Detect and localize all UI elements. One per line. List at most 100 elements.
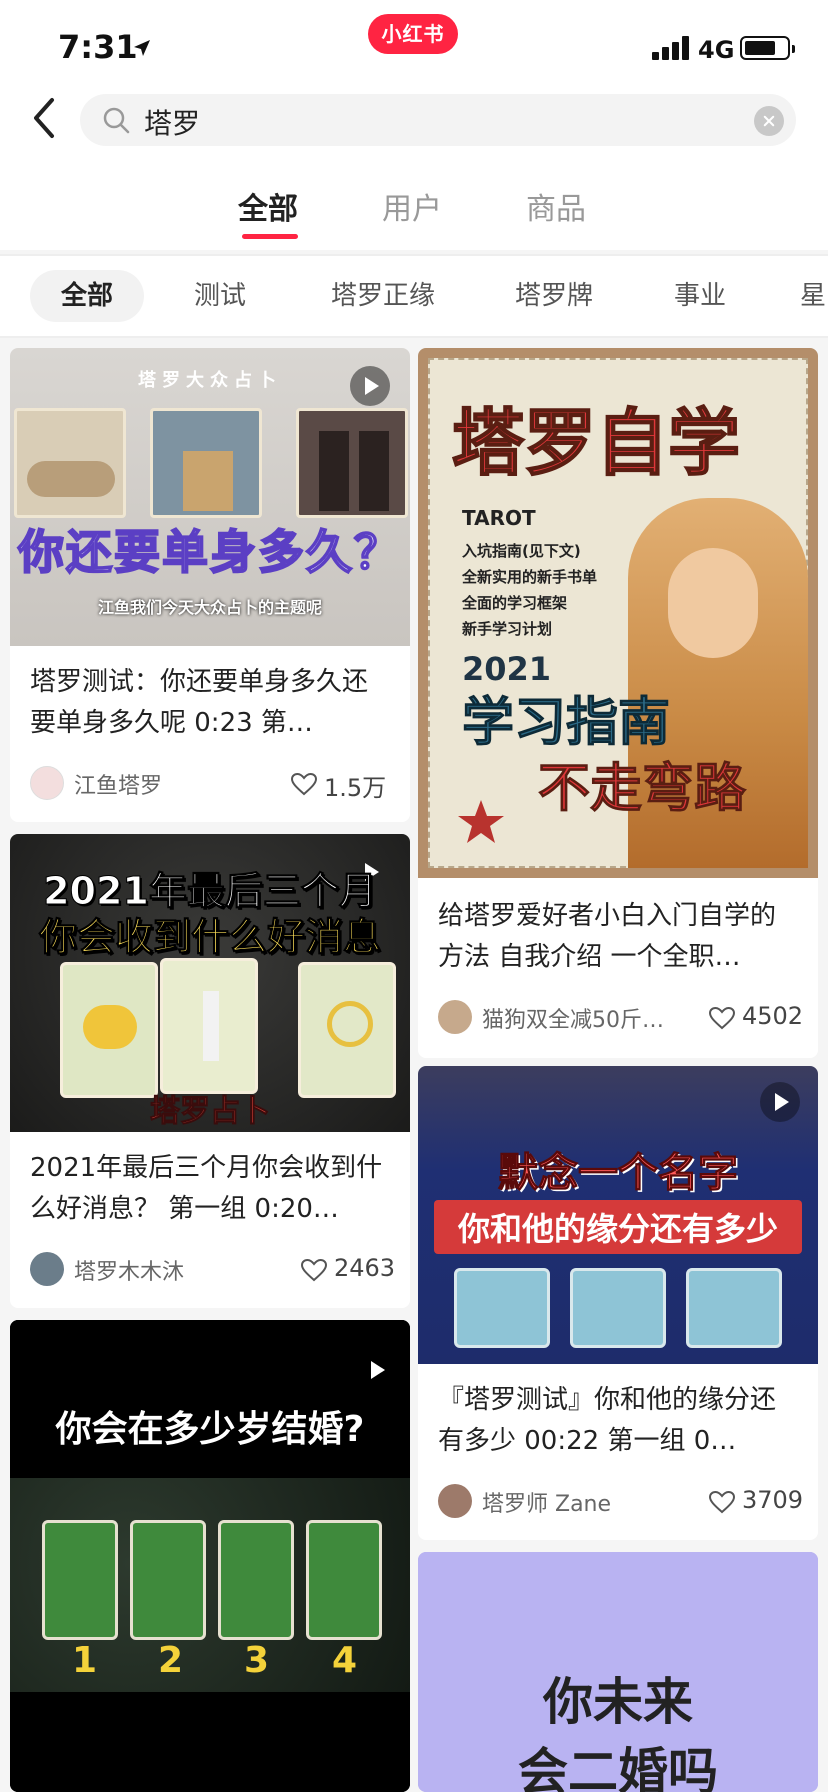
thumb-title: 你会收到什么好消息: [38, 915, 381, 960]
status-bar: 7:31 小红书 4G: [0, 0, 828, 96]
like-count: 2463: [334, 1254, 396, 1282]
thumb-line: 入坑指南(见下文): [462, 542, 581, 560]
cellular-signal-icon: [652, 36, 692, 60]
tarot-card-image: [150, 408, 262, 518]
card-thumbnail: 2021年最后三个月 你会收到什么好消息 塔罗占卜: [10, 834, 410, 1132]
thumb-line: 全新实用的新手书单: [462, 568, 598, 586]
card-title: 给塔罗爱好者小白入门自学的方法 自我介绍 一个全职…: [438, 901, 777, 972]
chip-test[interactable]: 测试: [180, 270, 260, 322]
search-query: 塔罗: [144, 107, 201, 140]
heart-icon: [300, 1258, 328, 1282]
avatar[interactable]: [30, 1252, 64, 1286]
tarot-card-image: [686, 1268, 782, 1348]
card-title: 塔罗测试：你还要单身多久还要单身多久呢 0:23 第…: [30, 667, 369, 738]
card-number: 3: [244, 1640, 270, 1681]
thumb-line: 全面的学习框架: [462, 594, 568, 612]
avatar[interactable]: [438, 1000, 472, 1034]
feed-card[interactable]: 默念一个名字 你和他的缘分还有多少 『塔罗测试』你和他的缘分还有多少 00:22…: [418, 1066, 818, 1540]
clear-search-icon[interactable]: [754, 106, 784, 136]
card-number: 4: [332, 1640, 358, 1681]
tarot-card-image: [42, 1520, 118, 1640]
chip-partial[interactable]: 星: [800, 270, 828, 322]
like-button[interactable]: 1.5万: [290, 766, 390, 802]
play-icon: [350, 366, 390, 406]
tab-all[interactable]: 全部: [238, 184, 298, 239]
card-thumbnail: 你未来 会二婚吗: [418, 1552, 818, 1792]
tarot-card-image: [454, 1268, 550, 1348]
author-name[interactable]: 江鱼塔罗: [74, 768, 162, 800]
search-input[interactable]: 塔罗: [80, 94, 796, 146]
tab-users[interactable]: 用户: [382, 184, 442, 228]
thumb-sub: TAROT: [462, 506, 536, 530]
chip-tarot-cards[interactable]: 塔罗牌: [504, 270, 604, 322]
feed-card[interactable]: 你未来 会二婚吗: [418, 1552, 818, 1792]
feed-card[interactable]: 塔罗大众占卜 你还要单身多久？ 江鱼我们今天大众占卜的主题呢 塔罗测试：你还要单…: [10, 348, 410, 822]
card-thumbnail: 默念一个名字 你和他的缘分还有多少: [418, 1066, 818, 1364]
thumb-big: 学习指南: [461, 693, 671, 754]
card-number: 2: [158, 1640, 184, 1681]
heart-icon: [708, 1006, 736, 1030]
card-number: 1: [72, 1640, 98, 1681]
tarot-card-image: [160, 958, 258, 1094]
tarot-card-image: [298, 962, 396, 1098]
card-thumbnail: 塔罗自学 TAROT 入坑指南(见下文) 全新实用的新手书单 全面的学习框架 新…: [418, 348, 818, 878]
main-tabs: 全部 用户 商品: [0, 184, 828, 244]
thumb-title: 会二婚吗: [518, 1743, 718, 1792]
status-time: 7:31: [58, 28, 138, 66]
battery-icon: [740, 36, 795, 60]
tarot-card-image: [296, 408, 408, 518]
chip-tarot-soulmate[interactable]: 塔罗正缘: [318, 270, 448, 322]
card-thumbnail: 你会在多少岁结婚? 1 2 3 4: [10, 1320, 410, 1792]
avatar[interactable]: [438, 1484, 472, 1518]
network-type: 4G: [698, 36, 735, 64]
like-button[interactable]: 3709: [708, 1484, 803, 1518]
tarot-card-image: [60, 962, 158, 1098]
thumb-caption: 江鱼我们今天大众占卜的主题呢: [97, 598, 322, 617]
tarot-card-image: [306, 1520, 382, 1640]
author-name[interactable]: 塔罗师 Zane: [482, 1486, 611, 1518]
thumb-bottom-text: 塔罗占卜: [150, 1094, 271, 1130]
like-count: 1.5万: [324, 774, 387, 802]
tarot-card-image: [218, 1520, 294, 1640]
author-name[interactable]: 猫狗双全减50斤…: [482, 1002, 664, 1034]
thumb-title: 你会在多少岁结婚?: [55, 1409, 365, 1450]
tab-label: 用户: [382, 192, 442, 227]
tab-products[interactable]: 商品: [526, 184, 586, 228]
illustration-face: [668, 548, 758, 658]
divider: [0, 336, 828, 338]
search-icon: [103, 107, 130, 134]
thumb-title: 你未来: [543, 1673, 693, 1731]
like-button[interactable]: 2463: [300, 1252, 395, 1286]
card-meta: 江鱼塔罗 1.5万: [30, 766, 390, 802]
star-icon: [458, 800, 504, 843]
card-meta: 猫狗双全减50斤… 4502: [438, 1000, 803, 1036]
chip-all[interactable]: 全部: [30, 270, 144, 322]
like-count: 4502: [742, 1002, 804, 1030]
author-name[interactable]: 塔罗木木沐: [74, 1254, 184, 1286]
heart-icon: [708, 1490, 736, 1514]
like-count: 3709: [742, 1486, 804, 1514]
tarot-card-image: [570, 1268, 666, 1348]
thumb-title: 你还要单身多久？: [17, 524, 402, 580]
feed-card[interactable]: 2021年最后三个月 你会收到什么好消息 塔罗占卜 2021年最后三个月你会收到…: [10, 834, 410, 1308]
thumb-title: 你和他的缘分还有多少: [457, 1210, 778, 1248]
search-header: 塔罗 全部 用户 商品: [0, 94, 828, 250]
location-arrow-icon: [134, 40, 150, 56]
back-button[interactable]: [24, 96, 84, 140]
chevron-left-icon: [34, 98, 54, 138]
card-meta: 塔罗师 Zane 3709: [438, 1484, 803, 1520]
thumb-big: 不走弯路: [537, 759, 747, 820]
avatar[interactable]: [30, 766, 64, 800]
feed-card[interactable]: 塔罗自学 TAROT 入坑指南(见下文) 全新实用的新手书单 全面的学习框架 新…: [418, 348, 818, 1058]
feed-card[interactable]: 你会在多少岁结婚? 1 2 3 4: [10, 1320, 410, 1792]
tab-label: 商品: [526, 192, 586, 227]
card-meta: 塔罗木木沐 2463: [30, 1252, 395, 1288]
tab-label: 全部: [238, 192, 298, 227]
thumb-title: 塔罗自学: [451, 400, 741, 486]
thumb-line: 新手学习计划: [462, 620, 553, 638]
card-thumbnail: 塔罗大众占卜 你还要单身多久？ 江鱼我们今天大众占卜的主题呢: [10, 348, 410, 646]
card-title: 『塔罗测试』你和他的缘分还有多少 00:22 第一组 0…: [438, 1385, 777, 1456]
chip-career[interactable]: 事业: [660, 270, 740, 322]
brand-logo: 小红书: [368, 14, 458, 54]
like-button[interactable]: 4502: [708, 1000, 803, 1034]
